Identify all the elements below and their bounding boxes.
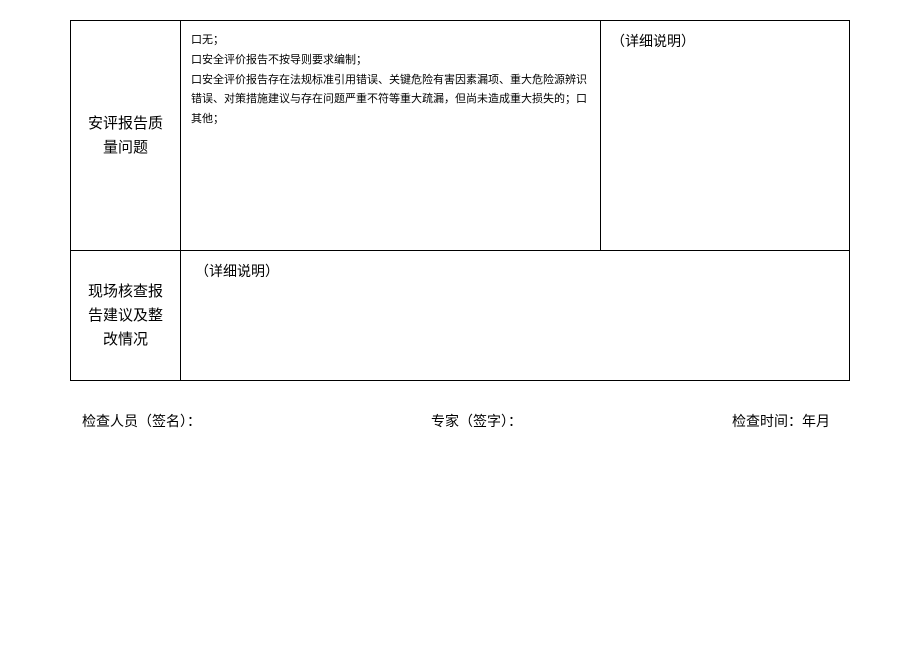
signature-expert: 专家（签字）： <box>431 411 522 431</box>
form-table: 安评报告质量问题 口无； 口安全评价报告不按导则要求编制； 口安全评价报告存在法… <box>70 20 850 381</box>
checkbox-option-none: 口无； <box>191 31 590 51</box>
signature-inspector: 检查人员（签名）： <box>82 411 201 431</box>
signature-time: 检查时间：年月 <box>732 411 830 431</box>
checkbox-option-not-follow-guide: 口安全评价报告不按导则要求编制； <box>191 51 590 71</box>
label-onsite-review: 现场核查报告建议及整改情况 <box>71 251 181 381</box>
form-table-wrapper: 安评报告质量问题 口无； 口安全评价报告不按导则要求编制； 口安全评价报告存在法… <box>70 20 850 381</box>
detail-cell-onsite: （详细说明） <box>181 251 850 381</box>
signature-row: 检查人员（签名）： 专家（签字）： 检查时间：年月 <box>70 411 850 431</box>
label-quality-issue: 安评报告质量问题 <box>71 21 181 251</box>
detail-cell-quality: （详细说明） <box>601 21 850 251</box>
checkbox-options-cell: 口无； 口安全评价报告不按导则要求编制； 口安全评价报告存在法规标准引用错误、关… <box>181 21 601 251</box>
checkbox-option-errors: 口安全评价报告存在法规标准引用错误、关键危险有害因素漏项、重大危险源辨识错误、对… <box>191 71 590 130</box>
row-quality-issue: 安评报告质量问题 口无； 口安全评价报告不按导则要求编制； 口安全评价报告存在法… <box>71 21 850 251</box>
row-onsite-review: 现场核查报告建议及整改情况 （详细说明） <box>71 251 850 381</box>
